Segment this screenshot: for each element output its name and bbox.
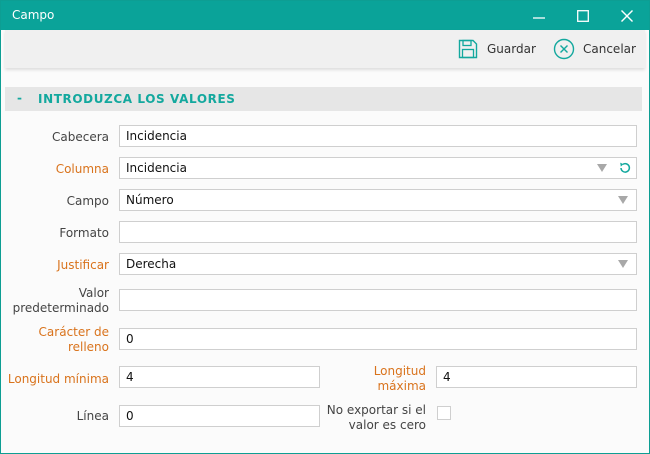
no-exportar-checkbox[interactable] — [437, 406, 451, 420]
columna-value: Incidencia — [126, 161, 187, 175]
close-icon — [621, 9, 633, 22]
valor-predeterminado-input[interactable] — [119, 289, 637, 311]
formato-label: Formato — [59, 226, 109, 240]
no-exportar-label-line2: valor es cero — [348, 418, 426, 432]
columna-select[interactable]: Incidencia — [119, 157, 637, 179]
columna-label: Columna — [55, 162, 109, 176]
caracter-relleno-label: Carácter de relleno — [1, 325, 109, 355]
dialog-window: Campo Guardar Cancelar - INTRODUZCA LOS … — [0, 0, 650, 454]
cancel-circle-icon — [553, 38, 575, 60]
formato-input[interactable] — [119, 221, 637, 243]
caracter-relleno-label-line1: Carácter de — [38, 325, 109, 339]
campo-select[interactable]: Número — [119, 189, 637, 211]
linea-label: Línea — [76, 409, 109, 423]
longitud-minima-input[interactable]: 4 — [119, 366, 320, 388]
caracter-relleno-input[interactable]: 0 — [119, 328, 637, 350]
window-title: Campo — [12, 8, 55, 22]
save-button[interactable]: Guardar — [457, 37, 536, 61]
valor-predeterminado-label-line1: Valor — [78, 286, 109, 300]
section-title: INTRODUZCA LOS VALORES — [38, 92, 236, 106]
cancel-label: Cancelar — [583, 42, 636, 56]
no-exportar-label: No exportar si el valor es cero — [321, 403, 426, 433]
floppy-disk-icon — [458, 39, 478, 59]
title-bar: Campo — [1, 1, 649, 30]
longitud-minima-label: Longitud mínima — [7, 372, 109, 386]
caracter-relleno-label-line2: relleno — [67, 340, 109, 354]
longitud-maxima-label-line2: máxima — [377, 379, 426, 393]
cabecera-input[interactable]: Incidencia — [119, 125, 637, 147]
longitud-maxima-input[interactable]: 4 — [436, 366, 637, 388]
longitud-maxima-label: Longitud máxima — [331, 364, 426, 394]
close-window-button[interactable] — [605, 1, 649, 30]
minimize-button[interactable] — [517, 1, 561, 30]
valor-predeterminado-label: Valor predeterminado — [1, 286, 109, 316]
longitud-maxima-label-line1: Longitud — [373, 364, 426, 378]
maximize-icon — [577, 9, 589, 22]
save-label: Guardar — [487, 42, 536, 56]
toolbar: Guardar Cancelar — [5, 30, 645, 68]
justificar-dropdown-arrow-icon[interactable] — [618, 260, 628, 268]
maximize-button[interactable] — [561, 1, 605, 30]
collapse-toggle[interactable]: - — [17, 91, 22, 105]
minimize-icon — [533, 16, 545, 19]
columna-dropdown-arrow-icon[interactable] — [597, 164, 607, 172]
justificar-label: Justificar — [57, 258, 109, 272]
cabecera-label: Cabecera — [52, 130, 109, 144]
cancel-button[interactable]: Cancelar — [553, 37, 636, 61]
campo-label: Campo — [66, 194, 109, 208]
campo-dropdown-arrow-icon[interactable] — [618, 196, 628, 204]
no-exportar-label-line1: No exportar si el — [326, 403, 426, 417]
justificar-select[interactable]: Derecha — [119, 253, 637, 275]
linea-input[interactable]: 0 — [119, 405, 320, 427]
justificar-value: Derecha — [126, 257, 177, 271]
section-header[interactable]: - INTRODUZCA LOS VALORES — [5, 87, 642, 111]
valor-predeterminado-label-line2: predeterminado — [12, 301, 109, 315]
campo-value: Número — [126, 193, 174, 207]
refresh-icon[interactable] — [618, 161, 632, 175]
